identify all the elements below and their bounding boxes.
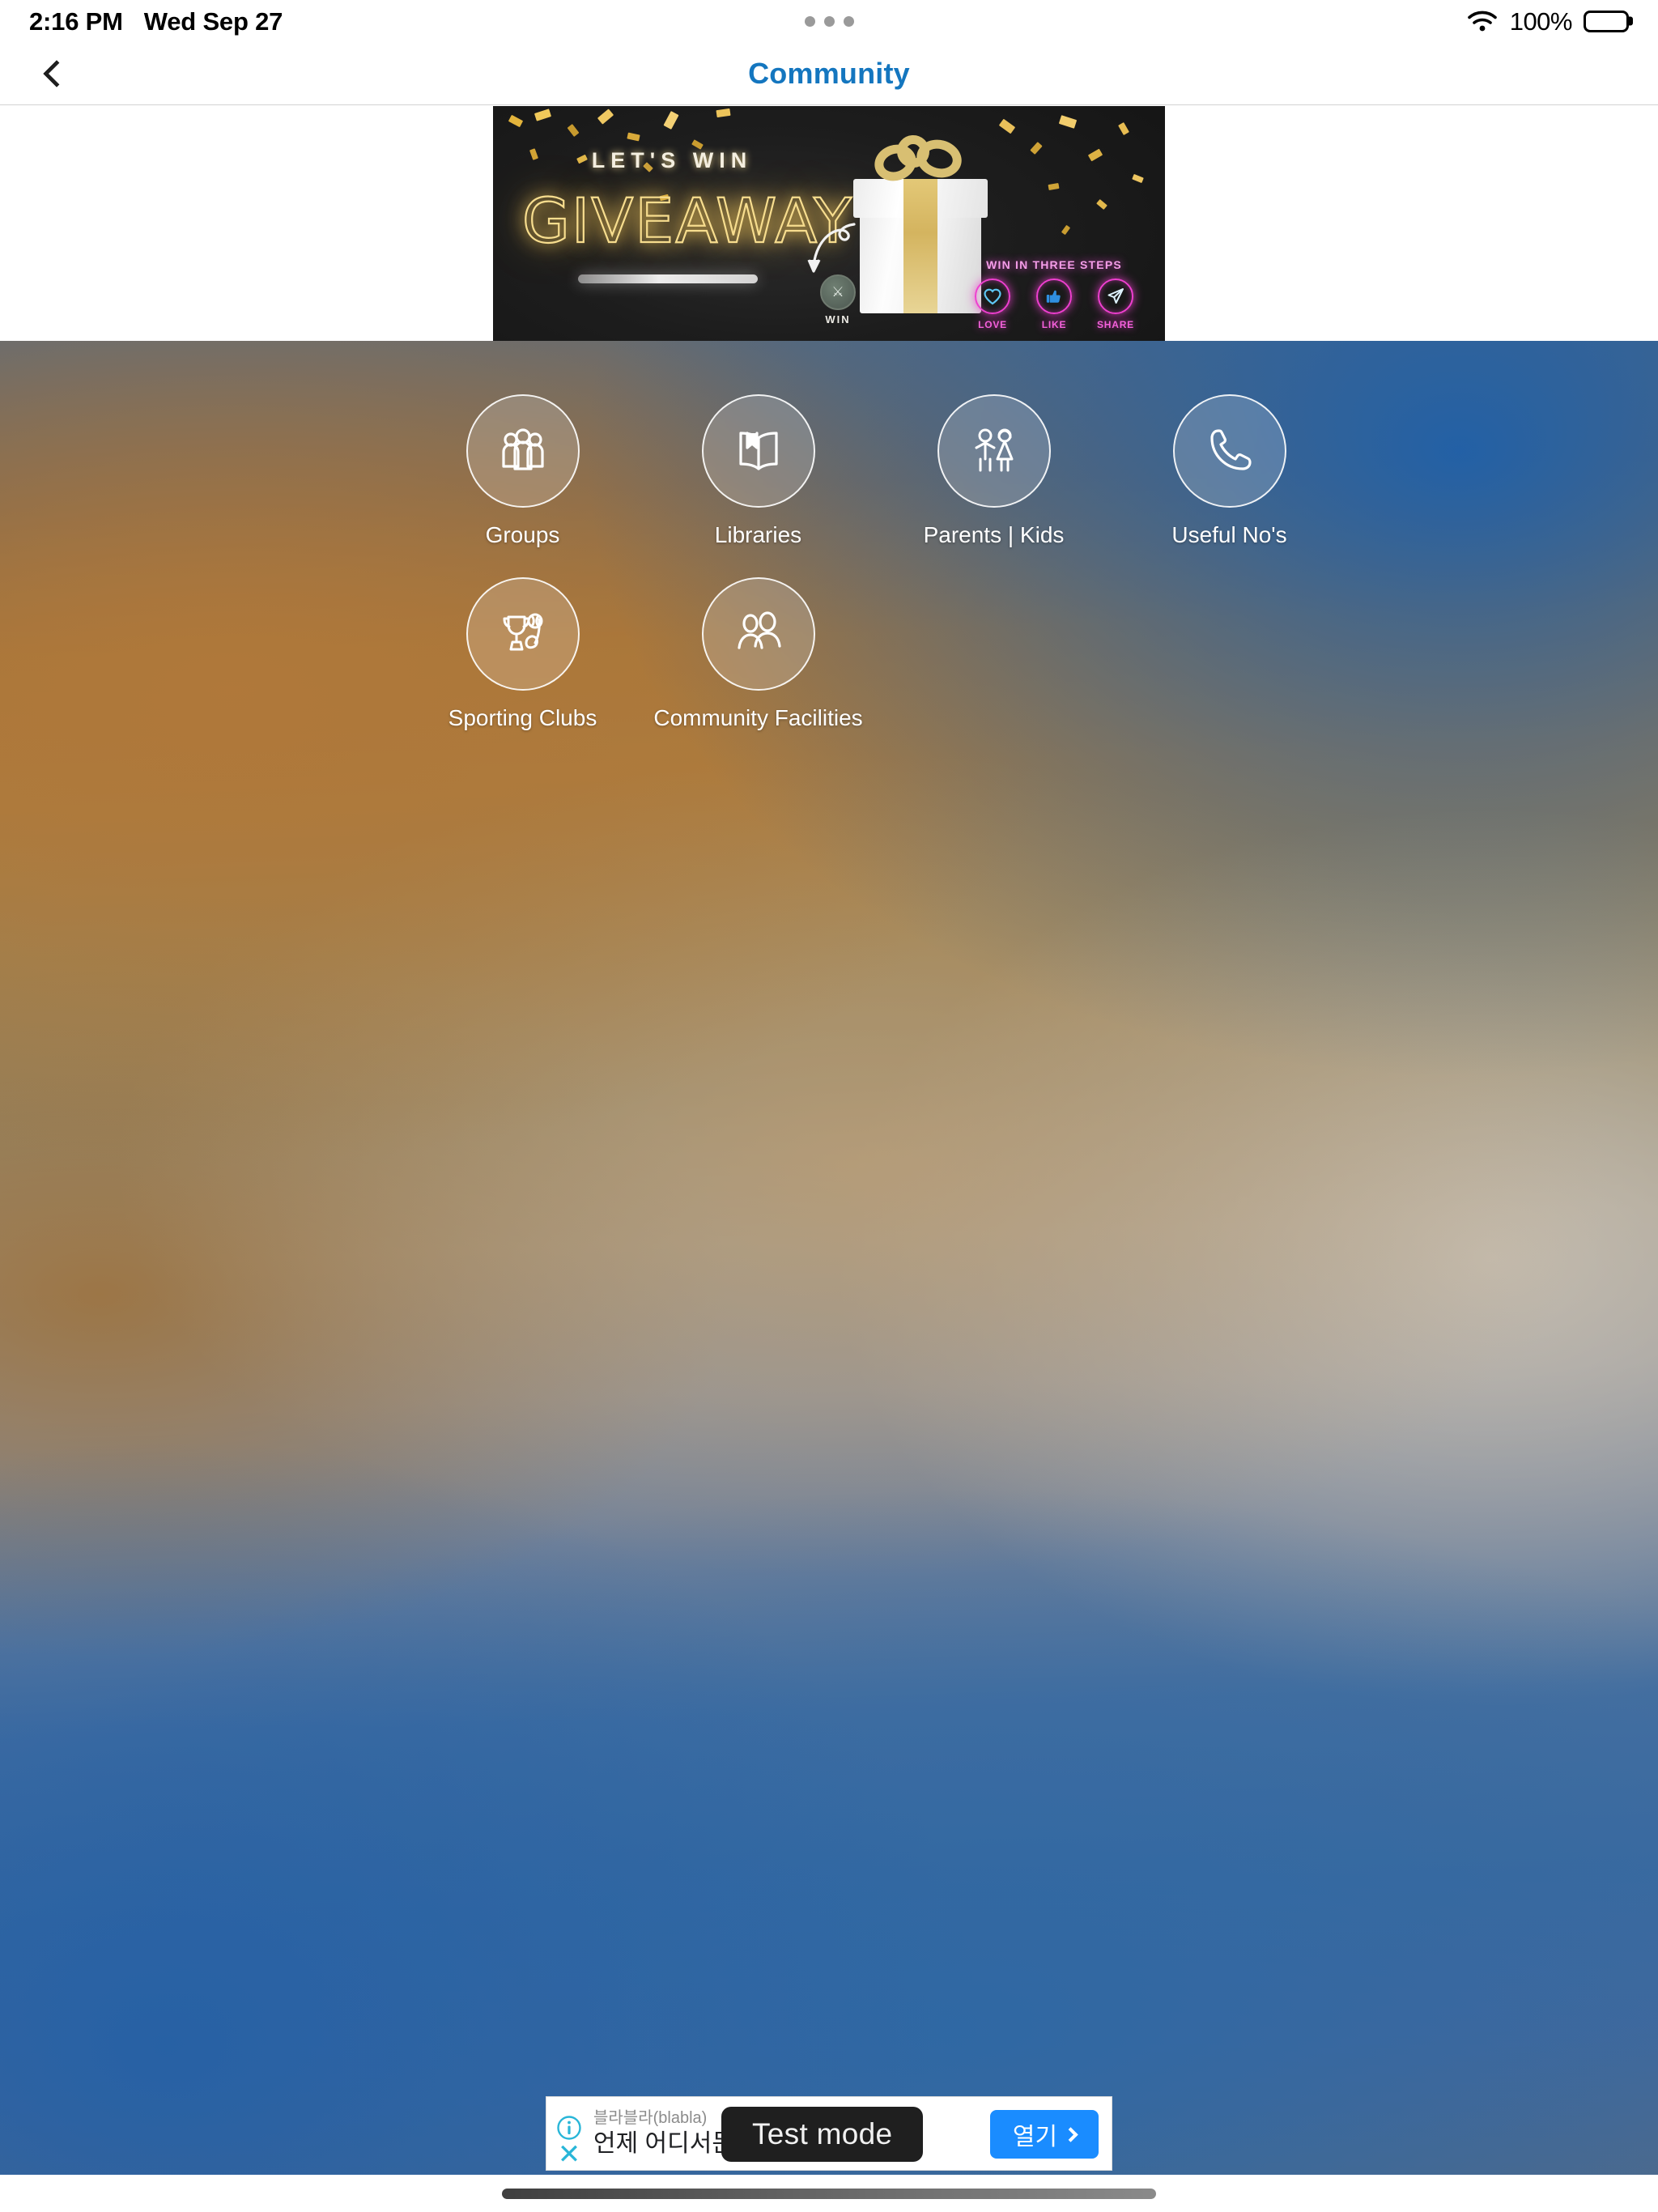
grid-item-label: Libraries xyxy=(714,522,802,547)
heart-icon xyxy=(975,279,1010,314)
phone-handset-icon xyxy=(1172,394,1286,508)
ad-banner[interactable]: ✕ 블라블라(blabla) 언제 어디서든 앱 Test mode 열기 xyxy=(546,2096,1112,2171)
win-steps-block: WIN IN THREE STEPS LOVE LIKE SHARE xyxy=(961,258,1147,330)
promo-underline-bar xyxy=(578,274,758,283)
open-book-icon xyxy=(701,394,815,508)
status-bar-left: 2:16 PM Wed Sep 27 xyxy=(29,9,283,34)
grid-item-label: Useful No's xyxy=(1171,522,1287,547)
navigation-bar: Community xyxy=(0,42,1658,105)
grid-item-useful-numbers[interactable]: Useful No's xyxy=(1112,394,1347,548)
status-date: Wed Sep 27 xyxy=(143,6,283,36)
three-dots-icon xyxy=(804,15,854,27)
wifi-icon xyxy=(1466,9,1499,33)
banner-area: LET'S WIN GIVEAWAY ⚔ WIN WIN IN THREE ST… xyxy=(0,106,1658,341)
win-step-like: LIKE xyxy=(1029,279,1079,330)
confetti-piece xyxy=(1118,121,1129,136)
win-badge-icon: ⚔ xyxy=(820,274,856,310)
home-indicator-area xyxy=(0,2175,1658,2212)
close-x-icon[interactable]: ✕ xyxy=(556,2141,582,2168)
win-steps-title: WIN IN THREE STEPS xyxy=(986,258,1122,271)
test-mode-badge: Test mode xyxy=(721,2107,924,2162)
win-step-label: SHARE xyxy=(1096,319,1134,330)
win-badge-label: WIN xyxy=(825,313,851,325)
win-step-share: SHARE xyxy=(1090,279,1141,330)
ad-cta-label: 열기 xyxy=(1012,2124,1058,2150)
confetti-piece xyxy=(567,124,580,137)
grid-item-label: Groups xyxy=(485,522,560,547)
confetti-piece xyxy=(1096,198,1107,211)
icon-grid-row: Groups Libraries Parents | Kids Useful N… xyxy=(0,394,1658,577)
confetti-piece xyxy=(998,118,1016,134)
grid-item-groups[interactable]: Groups xyxy=(405,394,640,548)
confetti-piece xyxy=(1132,173,1144,184)
confetti-piece xyxy=(1030,142,1043,155)
ad-banner-wrapper: ✕ 블라블라(blabla) 언제 어디서든 앱 Test mode 열기 xyxy=(0,2092,1658,2175)
grid-item-label: Sporting Clubs xyxy=(448,705,597,730)
page-title: Community xyxy=(748,57,910,90)
promo-text-block: LET'S WIN GIVEAWAY xyxy=(521,148,853,283)
info-circle-icon[interactable] xyxy=(556,2115,582,2141)
confetti-piece xyxy=(1061,224,1071,236)
community-icon-grid: Groups Libraries Parents | Kids Useful N… xyxy=(0,341,1658,760)
win-step-label: LOVE xyxy=(978,319,1007,330)
confetti-piece xyxy=(534,108,552,121)
confetti-piece xyxy=(627,132,640,142)
two-people-icon xyxy=(701,577,815,691)
confetti-piece xyxy=(1048,182,1060,191)
giveaway-promo-banner[interactable]: LET'S WIN GIVEAWAY ⚔ WIN WIN IN THREE ST… xyxy=(493,106,1165,341)
battery-percentage: 100% xyxy=(1509,6,1573,36)
grid-item-label: Community Facilities xyxy=(653,705,863,730)
confetti-piece xyxy=(597,108,614,125)
thumbs-up-icon xyxy=(1036,279,1072,314)
grid-item-sporting-clubs[interactable]: Sporting Clubs xyxy=(405,577,640,731)
grid-item-parents-kids[interactable]: Parents | Kids xyxy=(876,394,1112,548)
chevron-right-icon xyxy=(1063,2126,1078,2142)
trophy-golf-icon xyxy=(466,577,580,691)
boy-girl-icon xyxy=(937,394,1051,508)
blurred-background: Groups Libraries Parents | Kids Useful N… xyxy=(0,341,1658,2175)
status-time: 2:16 PM xyxy=(29,6,123,36)
confetti-piece xyxy=(1087,148,1103,162)
confetti-piece xyxy=(1058,115,1078,129)
battery-full-icon xyxy=(1584,10,1629,32)
confetti-piece xyxy=(508,114,524,128)
promo-headline: GIVEAWAY xyxy=(521,184,853,257)
win-step-love: LOVE xyxy=(967,279,1018,330)
win-step-label: LIKE xyxy=(1041,319,1067,330)
icon-grid-row: Sporting Clubs Community Facilities xyxy=(0,577,1658,760)
grid-item-community-facilities[interactable]: Community Facilities xyxy=(640,577,876,731)
status-bar-right: 100% xyxy=(1466,0,1629,42)
people-group-icon xyxy=(466,394,580,508)
paper-plane-icon xyxy=(1098,279,1133,314)
confetti-piece xyxy=(663,111,679,130)
status-bar: 2:16 PM Wed Sep 27 100% xyxy=(0,0,1658,42)
grid-item-label: Parents | Kids xyxy=(923,522,1065,547)
ad-open-button[interactable]: 열기 xyxy=(990,2110,1099,2159)
promo-kicker: LET'S WIN xyxy=(591,148,753,172)
grid-item-libraries[interactable]: Libraries xyxy=(640,394,876,548)
curved-arrow-icon xyxy=(807,223,856,273)
home-indicator-bar[interactable] xyxy=(502,2188,1156,2199)
confetti-piece xyxy=(716,108,731,118)
